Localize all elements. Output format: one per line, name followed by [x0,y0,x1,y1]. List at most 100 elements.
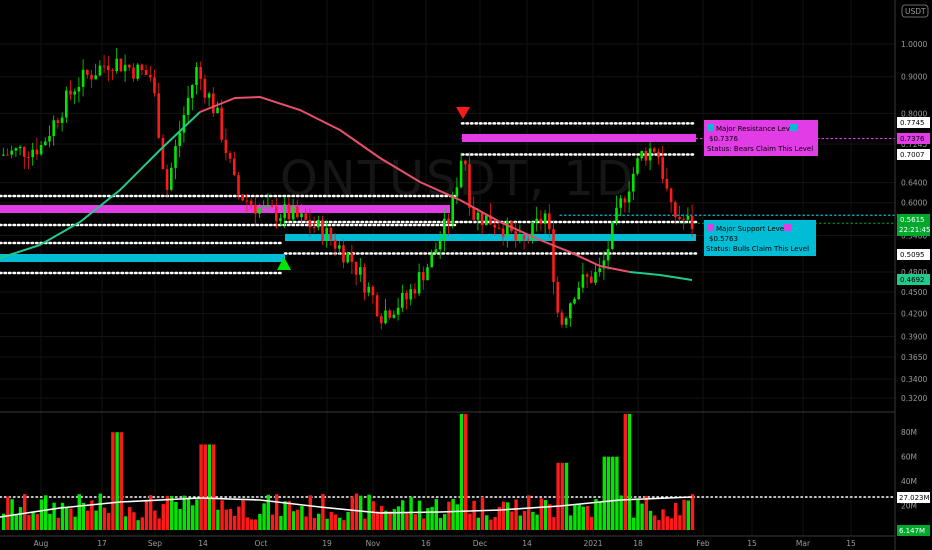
volume-bar [535,514,539,530]
candle-body [598,268,601,273]
candle-body [203,78,207,98]
candle-body [447,218,450,224]
volume-bar [459,413,464,530]
volume-bar [52,502,56,530]
candle-body [2,154,5,156]
candle-body [291,206,295,220]
volume-bar [203,444,207,530]
volume-bar [65,506,69,530]
volume-bar [312,517,317,530]
candle-body [174,146,177,168]
candle-body [195,67,198,86]
support-info-box: Major Support Level $0.5763 Status: Bull… [704,220,816,256]
volume-bar [489,519,493,530]
volume-bar [665,516,669,530]
candle-body [262,206,265,208]
time-tick-label: 18 [633,539,643,548]
volume-bar [98,493,102,530]
candle-body [44,141,47,146]
candle-body [648,148,652,161]
volume-bar [363,518,367,530]
candle-body [690,215,694,230]
support-price: $0.5763 [709,235,738,243]
volume-bar [447,501,451,530]
time-tick-label: Sep [148,539,162,548]
tag-countdown: 22:21:45 [899,226,930,234]
volume-bar [123,516,128,530]
volume-bar [81,503,86,530]
candle-body [573,299,576,304]
candle-body [556,281,559,313]
candle-body [224,139,228,154]
candle-body [161,137,165,170]
candle-body [535,218,538,222]
resistance-zone-left [0,205,450,213]
price-tick-label: 0.3400 [901,375,927,384]
candle-body [552,229,555,282]
price-tick-label: 0.9000 [901,73,927,82]
volume-bar [296,509,300,530]
candle-body [430,253,433,268]
candle-body [317,219,320,228]
candle-body [191,85,194,98]
candle-body [527,239,530,241]
volume-bar [564,462,569,530]
candle-body [228,153,232,159]
volume-bar [279,515,283,530]
candle-body [443,218,446,240]
candle-body [539,218,543,224]
volume-bar [514,499,518,530]
volume-bar [23,494,27,530]
volume-bar [212,444,216,530]
candle-body [674,202,677,218]
candle-body [258,207,261,214]
candle-body [212,93,215,114]
time-tick-label: Dec [473,539,488,548]
candle-body [564,318,568,325]
candle-body [384,310,387,324]
candle-body [39,145,43,155]
flag-icon [707,224,714,231]
volume-bar [594,499,598,530]
volume-bar [182,495,186,530]
volume-bar [270,514,275,530]
currency-label: USDT [905,7,926,16]
candle-body [388,310,391,318]
volume-bar [581,506,585,530]
volume-bar [455,504,459,530]
volume-bar [438,517,443,530]
chart-canvas[interactable]: ONTUSDT, 1D 1.00000.90000.80000.72450.64… [0,0,932,550]
candle-body [31,149,34,158]
candle-body [86,69,89,75]
candle-body [464,160,467,165]
volume-bar [405,513,409,530]
candle-body [128,64,131,68]
volume-bar [86,510,90,530]
candle-body [401,292,404,308]
volume-bar [359,495,363,530]
volume-bar [632,517,636,530]
volume-bar [333,514,338,530]
candle-body [682,219,685,221]
candle-body [354,261,358,275]
volume-bar [388,511,392,530]
price-tick-label: 0.4200 [901,310,927,319]
volume-bar [682,499,686,530]
candle-body [73,91,76,95]
candle-body [237,175,240,195]
candle-body [245,200,249,202]
volume-bar [237,506,241,530]
candle-body [543,213,547,224]
candle-body [522,235,526,240]
candle-body [569,303,572,319]
candle-body [438,239,442,250]
candle-body [518,235,522,241]
candle-body [308,219,312,227]
candle-body [10,150,13,155]
volume-bar [569,515,573,530]
volume-bar [136,520,140,530]
volume-bar [468,513,472,530]
volume-bar [14,513,18,530]
candle-body [619,198,622,208]
support-title: Major Support Level [716,225,786,233]
